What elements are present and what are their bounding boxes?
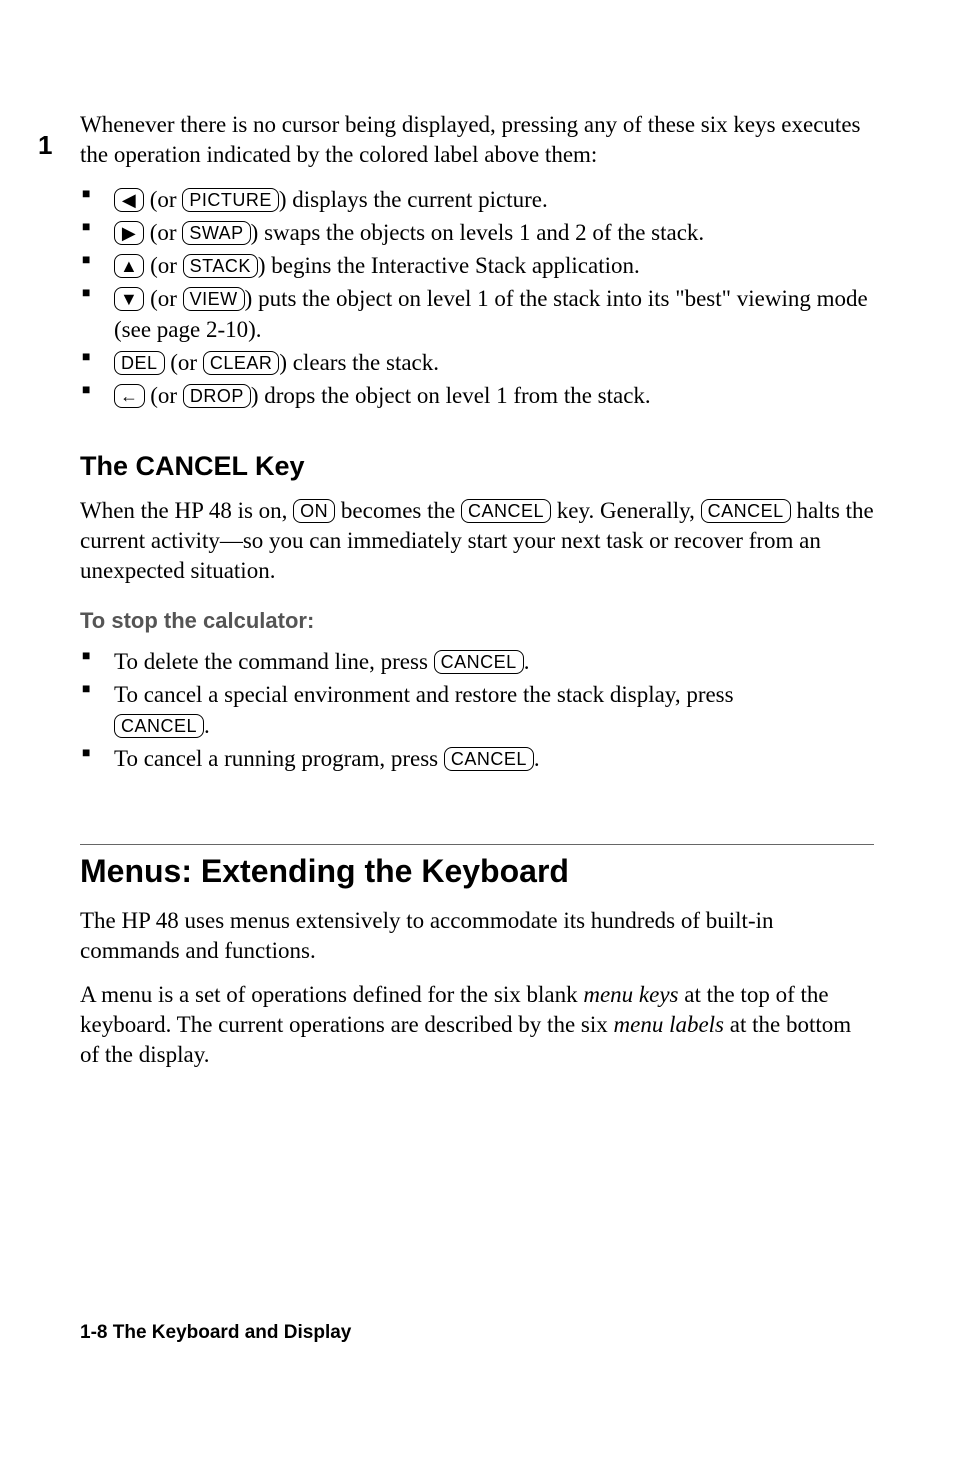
arrow-key-icon: ▼: [114, 287, 144, 311]
label-key: STACK: [183, 254, 258, 278]
italic-term: menu keys: [583, 982, 678, 1007]
del-key: DEL: [114, 351, 165, 375]
label-key: PICTURE: [182, 188, 279, 212]
cancel-key-heading: The CANCEL Key: [80, 451, 874, 482]
chapter-number: 1: [38, 130, 52, 161]
italic-term: menu labels: [614, 1012, 725, 1037]
label-key: SWAP: [182, 221, 250, 245]
stop-calculator-list: To delete the command line, press CANCEL…: [80, 646, 874, 774]
text-segment: key. Generally,: [551, 498, 701, 523]
menus-paragraph-1: The HP 48 uses menus extensively to acco…: [80, 906, 874, 966]
cancel-key: CANCEL: [444, 747, 534, 771]
menus-heading: Menus: Extending the Keyboard: [80, 853, 874, 890]
cancel-key-paragraph: When the HP 48 is on, ON becomes the CAN…: [80, 496, 874, 586]
list-item: To cancel a special environment and rest…: [80, 679, 874, 741]
text-segment: becomes the: [335, 498, 461, 523]
arrow-key-icon: ▶: [114, 221, 144, 245]
section-divider: [80, 844, 874, 845]
label-key: CLEAR: [203, 351, 280, 375]
intro-paragraph: Whenever there is no cursor being displa…: [80, 110, 874, 170]
cancel-key: CANCEL: [434, 650, 524, 674]
page-footer: 1-8 The Keyboard and Display: [80, 1322, 351, 1344]
list-item: ◀ (or PICTURE) displays the current pict…: [80, 184, 874, 215]
menus-paragraph-2: A menu is a set of operations defined fo…: [80, 980, 874, 1070]
list-item: ▼ (or VIEW) puts the object on level 1 o…: [80, 283, 874, 345]
list-item: ▶ (or SWAP) swaps the objects on levels …: [80, 217, 874, 248]
on-key: ON: [293, 499, 335, 523]
text-segment: A menu is a set of operations defined fo…: [80, 982, 583, 1007]
cancel-key: CANCEL: [701, 499, 791, 523]
arrow-key-icon: ←: [114, 384, 145, 408]
list-item: ▲ (or STACK) begins the Interactive Stac…: [80, 250, 874, 281]
list-item: To cancel a running program, press CANCE…: [80, 743, 874, 774]
list-item: ← (or DROP) drops the object on level 1 …: [80, 380, 874, 411]
list-item: DEL (or CLEAR) clears the stack.: [80, 347, 874, 378]
cancel-key: CANCEL: [461, 499, 551, 523]
procedure-heading: To stop the calculator:: [80, 608, 874, 634]
arrow-key-icon: ◀: [114, 188, 144, 212]
list-item: To delete the command line, press CANCEL…: [80, 646, 874, 677]
text-segment: When the HP 48 is on,: [80, 498, 293, 523]
label-key: DROP: [183, 384, 251, 408]
key-function-list: ◀ (or PICTURE) displays the current pict…: [80, 184, 874, 411]
cancel-key: CANCEL: [114, 714, 204, 738]
label-key: VIEW: [183, 287, 245, 311]
arrow-key-icon: ▲: [114, 254, 144, 278]
